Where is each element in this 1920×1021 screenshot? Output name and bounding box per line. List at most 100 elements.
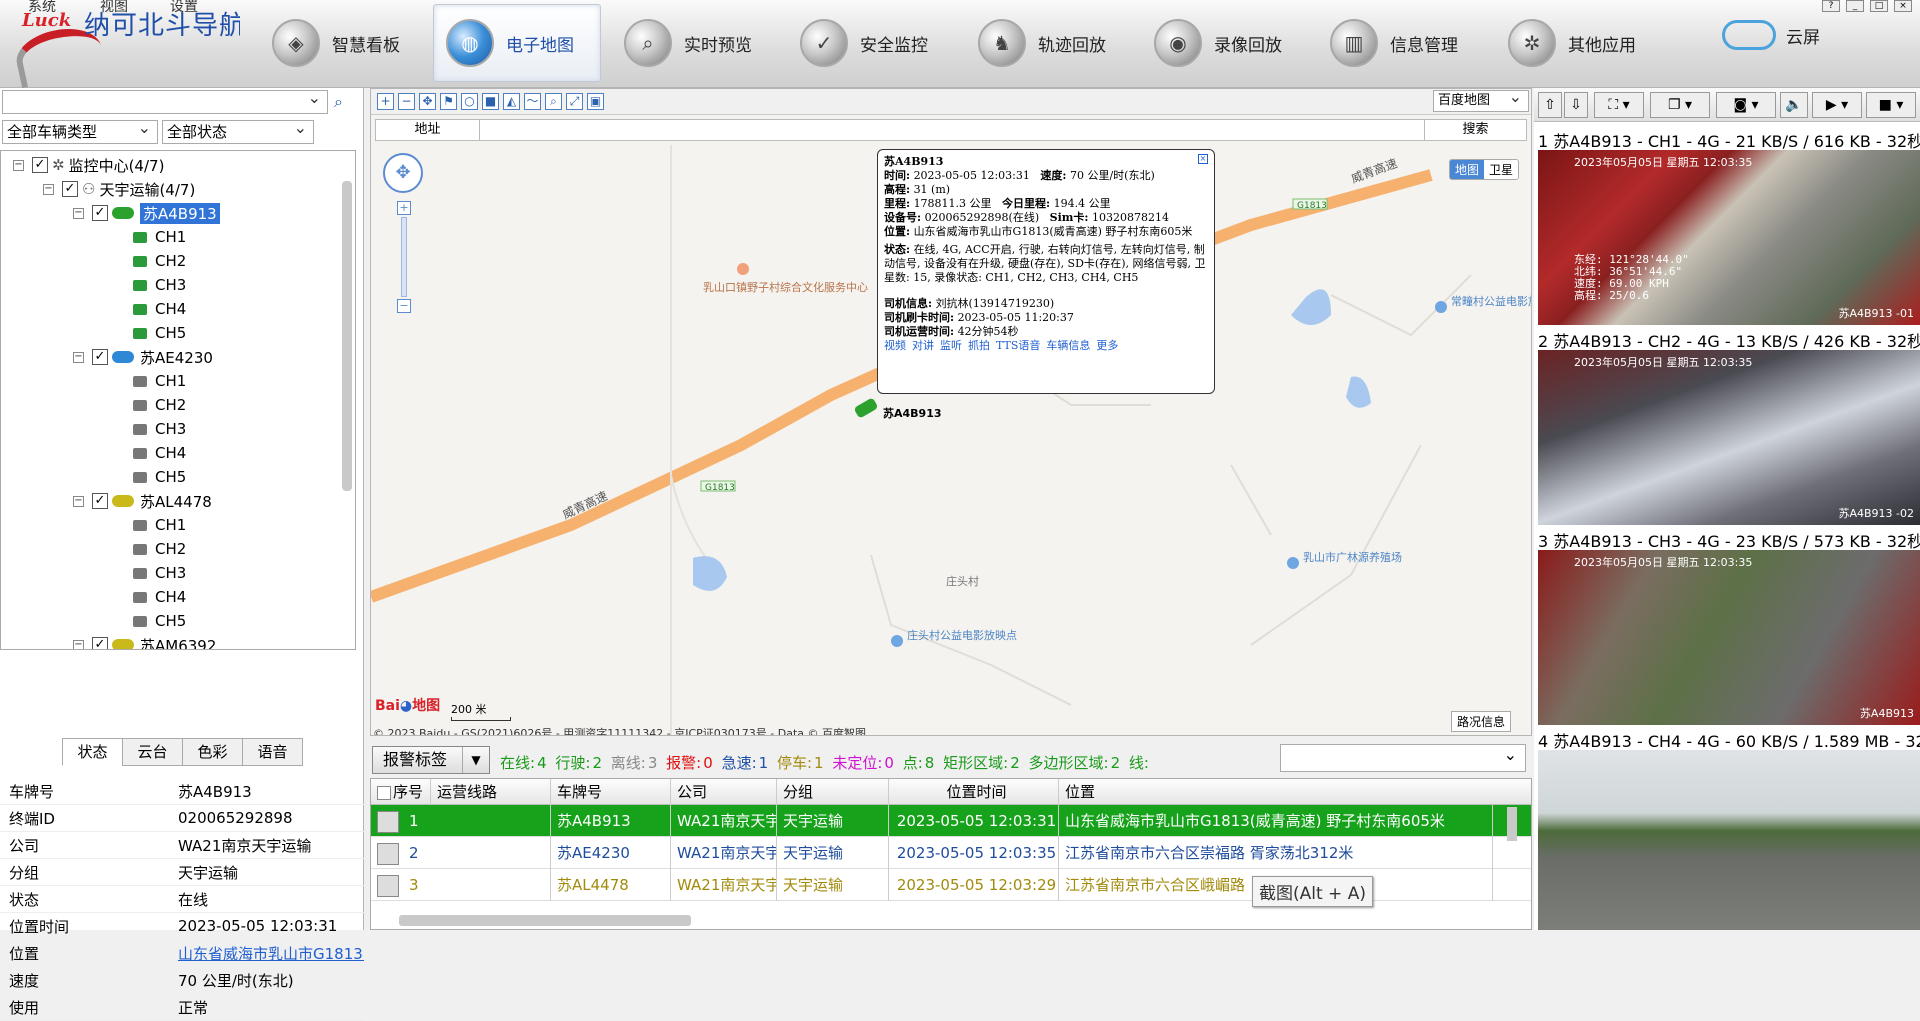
zoom-in-icon[interactable]: +: [397, 201, 411, 215]
row-checkbox[interactable]: [377, 875, 399, 897]
maximize-icon[interactable]: □: [1870, 0, 1888, 12]
cloud-screen-button[interactable]: 云屏: [1722, 20, 1820, 50]
popup-link-tts[interactable]: TTS语音: [996, 339, 1040, 352]
status-select[interactable]: 全部状态: [162, 117, 314, 144]
checkbox-checked[interactable]: ✓: [92, 349, 108, 365]
tree-group[interactable]: − ✓ ⚇ 天宇运输(4/7): [43, 177, 195, 201]
arrow-up-icon[interactable]: ⇧: [1538, 92, 1562, 118]
save-tool-icon[interactable]: ▣: [587, 93, 604, 110]
flag-tool-icon[interactable]: ⚑: [440, 93, 457, 110]
map-provider-select[interactable]: 百度地图: [1433, 89, 1529, 112]
popup-link-talk[interactable]: 对讲: [912, 339, 934, 352]
header-time[interactable]: 位置时间: [889, 779, 1059, 805]
vehicle-type-select[interactable]: 全部车辆类型: [2, 117, 158, 144]
tree-channel[interactable]: CH3: [133, 561, 186, 585]
layout-icon[interactable]: ❐ ▾: [1650, 92, 1710, 118]
popup-link-snapshot[interactable]: 抓拍: [968, 339, 990, 352]
address-search-button[interactable]: 搜索: [1424, 120, 1526, 140]
header-index[interactable]: 序号: [371, 779, 431, 805]
checkbox-checked[interactable]: ✓: [92, 493, 108, 509]
popup-link-vehicle-info[interactable]: 车辆信息: [1046, 339, 1090, 352]
alarm-filter-select[interactable]: [1280, 744, 1526, 772]
location-link[interactable]: 山东省威海市乳山市G1813(威青高速) 野子村东南605米: [178, 943, 364, 964]
video-stream-ch3[interactable]: 2023年05月05日 星期五 12:03:35 苏A4B913: [1538, 550, 1920, 725]
header-plate[interactable]: 车牌号: [551, 779, 671, 805]
zoom-slider[interactable]: [401, 217, 407, 297]
vertical-scrollbar[interactable]: [1507, 807, 1517, 841]
video-stream-ch1[interactable]: 2023年05月05日 星期五 12:03:35 东经: 121°28'44.0…: [1538, 150, 1920, 325]
zoom-out-tool-icon[interactable]: −: [398, 93, 415, 110]
video-stream-ch4[interactable]: [1538, 750, 1920, 930]
tab-voice[interactable]: 语音: [242, 738, 303, 766]
nav-dashboard[interactable]: ◈ 智慧看板: [260, 4, 430, 82]
zoom-out-icon[interactable]: −: [397, 299, 411, 313]
collapse-icon[interactable]: −: [43, 183, 54, 195]
header-position[interactable]: 位置: [1059, 779, 1531, 805]
circle-tool-icon[interactable]: ○: [461, 93, 478, 110]
zoom-in-tool-icon[interactable]: +: [377, 93, 394, 110]
tree-root[interactable]: − ✓ ✲ 监控中心(4/7): [13, 153, 164, 177]
video-stream-ch2[interactable]: 2023年05月05日 星期五 12:03:35 苏A4B913 -02: [1538, 350, 1920, 525]
tab-ptz[interactable]: 云台: [122, 738, 183, 766]
nav-safety-monitor[interactable]: ✓ 安全监控: [788, 4, 958, 82]
collapse-icon[interactable]: −: [73, 207, 84, 219]
fullscreen-icon[interactable]: ⛶ ▾: [1594, 92, 1644, 118]
row-checkbox[interactable]: [377, 811, 399, 833]
collapse-icon[interactable]: −: [13, 159, 24, 171]
collapse-icon[interactable]: −: [73, 495, 84, 507]
tree-channel[interactable]: CH4: [133, 297, 186, 321]
sound-icon[interactable]: 🔈: [1780, 92, 1808, 118]
stop-icon[interactable]: ■ ▾: [1866, 92, 1916, 118]
arrow-down-icon[interactable]: ⇩: [1564, 92, 1588, 118]
tree-vehicle[interactable]: − ✓ 苏AE4230: [73, 345, 213, 369]
pan-control-icon[interactable]: ✥: [383, 153, 423, 193]
table-row[interactable]: 2 苏AE4230 WA21南京天宇 天宇运输 2023-05-05 12:03…: [371, 837, 1531, 869]
tree-channel[interactable]: CH5: [133, 465, 186, 489]
fullscreen-tool-icon[interactable]: ⤢: [566, 93, 583, 110]
checkbox-checked[interactable]: ✓: [92, 637, 108, 649]
checkbox-checked[interactable]: ✓: [92, 205, 108, 221]
tree-channel[interactable]: CH4: [133, 441, 186, 465]
map-type-satellite[interactable]: 卫星: [1484, 160, 1519, 179]
nav-info-management[interactable]: ▥ 信息管理: [1318, 4, 1488, 82]
tree-channel[interactable]: CH1: [133, 225, 186, 249]
table-row[interactable]: 1 苏A4B913 WA21南京天宇 天宇运输 2023-05-05 12:03…: [371, 805, 1531, 837]
rectangle-tool-icon[interactable]: ■: [482, 93, 499, 110]
search-tool-icon[interactable]: ⌕: [545, 93, 562, 110]
vehicle-search-input[interactable]: [2, 87, 328, 114]
close-icon[interactable]: ×: [1198, 154, 1208, 164]
tree-scrollbar[interactable]: [342, 181, 352, 491]
nav-other-apps[interactable]: ✲ 其他应用: [1496, 4, 1666, 82]
snapshot-icon[interactable]: ◙ ▾: [1716, 92, 1776, 118]
row-checkbox[interactable]: [377, 843, 399, 865]
checkbox-checked[interactable]: ✓: [62, 181, 78, 197]
map-type-map[interactable]: 地图: [1450, 160, 1485, 179]
popup-link-listen[interactable]: 监听: [940, 339, 962, 352]
help-icon[interactable]: ?: [1822, 0, 1840, 12]
tree-channel[interactable]: CH3: [133, 417, 186, 441]
polygon-tool-icon[interactable]: ◭: [503, 93, 520, 110]
traffic-info-button[interactable]: 路况信息: [1451, 711, 1512, 732]
header-route[interactable]: 运营线路: [431, 779, 551, 805]
minimize-icon[interactable]: _: [1846, 0, 1864, 12]
play-icon[interactable]: ▶ ▾: [1812, 92, 1862, 118]
tree-vehicle[interactable]: − ✓ 苏AM6392: [73, 633, 216, 649]
tree-channel[interactable]: CH5: [133, 609, 186, 633]
tree-channel[interactable]: CH2: [133, 249, 186, 273]
tree-vehicle[interactable]: − ✓ 苏A4B913: [73, 201, 220, 225]
nav-track-playback[interactable]: ♞ 轨迹回放: [966, 4, 1136, 82]
tree-channel[interactable]: CH5: [133, 321, 186, 345]
tree-channel[interactable]: CH2: [133, 393, 186, 417]
tree-channel[interactable]: CH3: [133, 273, 186, 297]
alarm-tag-button[interactable]: 报警标签: [372, 746, 490, 774]
tree-channel[interactable]: CH1: [133, 513, 186, 537]
tree-channel[interactable]: CH4: [133, 585, 186, 609]
nav-e-map[interactable]: ◍ 电子地图: [433, 4, 601, 82]
tree-channel[interactable]: CH2: [133, 537, 186, 561]
collapse-icon[interactable]: −: [73, 351, 84, 363]
tree-vehicle[interactable]: − ✓ 苏AL4478: [73, 489, 212, 513]
collapse-icon[interactable]: −: [73, 639, 84, 649]
checkbox-checked[interactable]: ✓: [32, 157, 48, 173]
header-company[interactable]: 公司: [671, 779, 777, 805]
pan-tool-icon[interactable]: ✥: [419, 93, 436, 110]
